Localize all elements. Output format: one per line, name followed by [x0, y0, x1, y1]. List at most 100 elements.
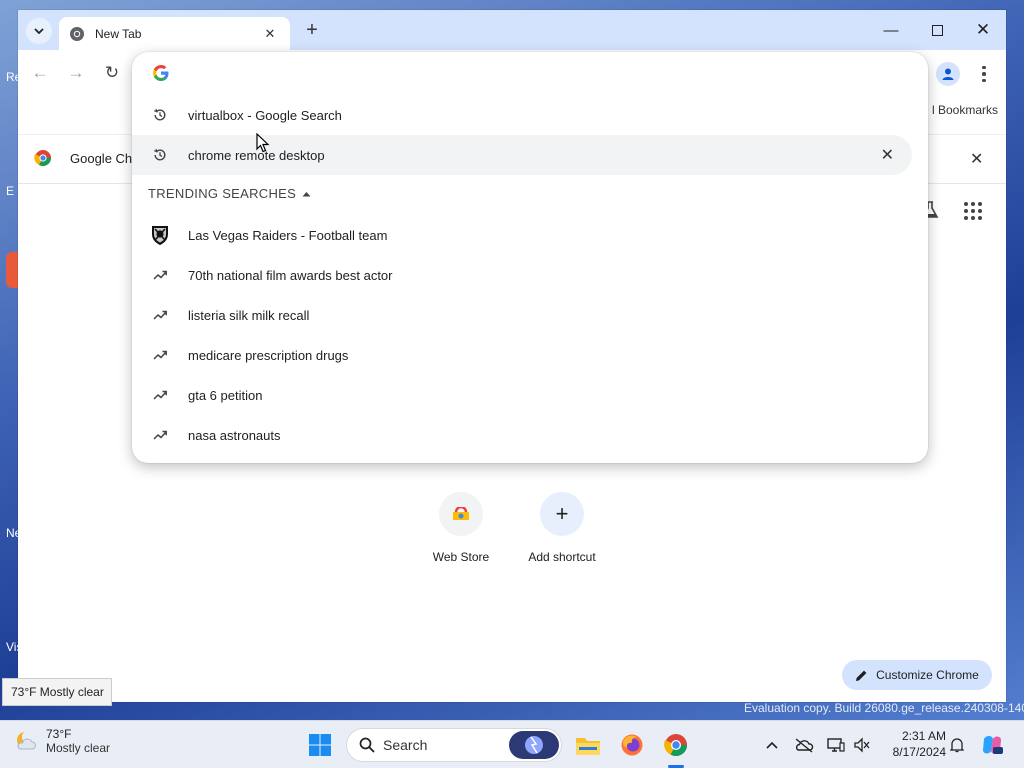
minimize-button[interactable]: —: [876, 18, 906, 42]
profile-avatar[interactable]: [936, 62, 960, 86]
desktop-icon-app[interactable]: [6, 252, 18, 288]
speaker-muted-icon: [854, 737, 870, 753]
suggestion-text: virtualbox - Google Search: [188, 107, 342, 123]
chevron-up-icon: [766, 741, 778, 749]
maximize-button[interactable]: [922, 18, 952, 42]
tooltip-text: 73°F Mostly clear: [11, 685, 104, 699]
forward-button[interactable]: →: [64, 61, 88, 85]
search-highlight-image-icon: [509, 731, 559, 759]
start-button[interactable]: [304, 729, 336, 761]
suggestion-text: Las Vegas Raiders - Football team: [188, 227, 388, 243]
suggestion-text: gta 6 petition: [188, 387, 263, 403]
weather-desc: Mostly clear: [46, 741, 111, 755]
trending-header-label: TRENDING SEARCHES: [148, 186, 297, 201]
history-icon: [132, 148, 188, 162]
notifications-button[interactable]: [945, 733, 969, 757]
trending-icon: [132, 390, 188, 400]
network-button[interactable]: [824, 733, 848, 757]
bell-icon: [950, 738, 964, 753]
history-suggestion[interactable]: chrome remote desktop ✕: [132, 135, 912, 175]
web-store-icon: [439, 492, 483, 536]
moon-cloud-icon: [17, 730, 36, 750]
search-placeholder: Search: [383, 737, 428, 753]
close-tab-icon[interactable]: ✕: [260, 26, 280, 42]
chevron-down-icon: [34, 28, 44, 34]
trending-suggestion[interactable]: nasa astronauts: [132, 415, 912, 455]
search-icon: [359, 737, 375, 753]
trending-searches-header[interactable]: TRENDING SEARCHES: [148, 186, 311, 201]
volume-button[interactable]: [850, 733, 874, 757]
chrome-logo-icon: [34, 150, 51, 166]
trending-icon: [132, 430, 188, 440]
chrome-favicon-icon: [70, 26, 84, 41]
omnibox-dropdown: virtualbox - Google Search chrome remote…: [132, 52, 928, 463]
system-clock[interactable]: 2:31 AM 8/17/2024: [880, 728, 946, 760]
weather-temp: 73°F: [46, 727, 72, 741]
trending-icon: [132, 350, 188, 360]
suggestion-text: listeria silk milk recall: [188, 307, 310, 323]
chrome-logo-icon: [664, 734, 687, 756]
all-bookmarks-link[interactable]: l Bookmarks: [932, 103, 998, 117]
customize-chrome-button[interactable]: Customize Chrome: [842, 660, 992, 690]
firefox-icon: [621, 734, 643, 756]
clock-date: 8/17/2024: [892, 745, 946, 759]
shortcut-label: Add shortcut: [528, 550, 596, 564]
raiders-logo-icon: [132, 223, 188, 247]
firefox-button[interactable]: [616, 729, 648, 761]
onedrive-button[interactable]: [792, 733, 816, 757]
weather-widget[interactable]: 73°F Mostly clear: [14, 727, 110, 755]
trending-icon: [132, 310, 188, 320]
clock-time: 2:31 AM: [901, 729, 946, 743]
copilot-button[interactable]: [980, 733, 1004, 757]
history-icon: [132, 108, 188, 122]
trending-suggestion[interactable]: listeria silk milk recall: [132, 295, 912, 335]
close-info-bar-icon[interactable]: ✕: [970, 149, 983, 169]
chrome-taskbar-button[interactable]: [660, 729, 692, 761]
cloud-off-icon: [795, 738, 814, 753]
add-icon: +: [540, 492, 584, 536]
windows-logo-icon: [309, 734, 331, 756]
folder-icon: [576, 738, 600, 755]
remove-suggestion-icon[interactable]: ✕: [881, 145, 894, 165]
suggestion-text: medicare prescription drugs: [188, 347, 349, 363]
copilot-icon: [983, 736, 1003, 754]
person-icon: [942, 68, 954, 80]
back-button[interactable]: ←: [28, 61, 52, 85]
tab-strip: New Tab ✕ + — ✕: [18, 10, 1006, 50]
shortcut-add[interactable]: + Add shortcut: [514, 492, 610, 564]
trending-suggestion[interactable]: gta 6 petition: [132, 375, 912, 415]
tab-title: New Tab: [95, 26, 142, 41]
network-icon: [827, 738, 845, 752]
trending-suggestion[interactable]: Las Vegas Raiders - Football team: [132, 215, 912, 255]
caret-up-icon: [302, 191, 311, 196]
info-bar-text: Google Ch: [70, 151, 133, 166]
desktop-icon-label-edge: E: [6, 184, 15, 198]
weather-tooltip: 73°F Mostly clear: [2, 678, 112, 706]
shortcut-web-store[interactable]: Web Store: [413, 492, 509, 564]
file-explorer-button[interactable]: [572, 729, 604, 761]
mouse-cursor-icon: [256, 133, 270, 153]
taskbar-search-box[interactable]: Search: [346, 728, 562, 762]
new-tab-button[interactable]: +: [300, 19, 324, 43]
pencil-icon: [856, 670, 867, 681]
history-suggestion[interactable]: virtualbox - Google Search: [132, 95, 912, 135]
evaluation-watermark: Evaluation copy. Build 26080.ge_release.…: [744, 701, 1024, 715]
close-window-button[interactable]: ✕: [968, 18, 998, 42]
tab-search-button[interactable]: [26, 18, 52, 44]
omnibox: [132, 52, 928, 94]
reload-button[interactable]: ↻: [100, 61, 124, 85]
shortcut-label: Web Store: [432, 550, 490, 564]
tab-new-tab[interactable]: New Tab ✕: [59, 17, 290, 50]
chrome-menu-button[interactable]: [972, 62, 996, 86]
show-hidden-icons-button[interactable]: [760, 733, 784, 757]
trending-suggestion[interactable]: 70th national film awards best actor: [132, 255, 912, 295]
customize-chrome-label: Customize Chrome: [876, 668, 979, 682]
trending-icon: [132, 270, 188, 280]
google-apps-icon[interactable]: [964, 202, 982, 220]
suggestion-text: nasa astronauts: [188, 427, 281, 443]
omnibox-input[interactable]: [188, 60, 888, 86]
trending-suggestion[interactable]: medicare prescription drugs: [132, 335, 912, 375]
google-g-icon: [153, 65, 169, 81]
suggestion-text: 70th national film awards best actor: [188, 267, 393, 283]
taskbar: 73°F Mostly clear Search 2:31 AM 8/17/20…: [0, 720, 1024, 768]
